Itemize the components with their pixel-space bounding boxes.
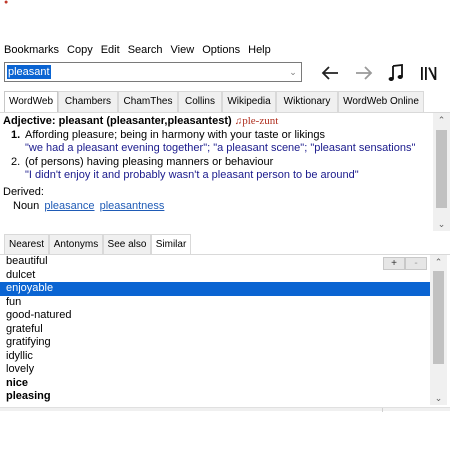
toolbar: pleasant ⌄ bbox=[0, 60, 450, 86]
list-item[interactable]: enjoyable bbox=[0, 282, 431, 296]
definition-pane[interactable]: Adjective: pleasant (pleasanter,pleasant… bbox=[0, 113, 450, 231]
headword: pleasant (pleasanter,pleasantest) bbox=[58, 115, 232, 127]
similar-words-list[interactable]: beautiful dulcet enjoyable fun good-natured g… bbox=[0, 255, 431, 404]
list-item[interactable]: grateful bbox=[0, 323, 431, 337]
tab-wordweb[interactable]: WordWeb bbox=[4, 91, 58, 113]
menu-help[interactable]: Help bbox=[247, 42, 272, 58]
derived-link-pleasantness[interactable]: pleasantness bbox=[100, 200, 165, 212]
list-item[interactable]: idyllic bbox=[0, 350, 431, 364]
relation-tabs: Nearest Antonyms See also Similar bbox=[0, 234, 450, 256]
list-item[interactable]: nice bbox=[0, 377, 431, 391]
pronunciation: ple-zunt bbox=[242, 115, 279, 127]
definition-heading: Adjective: pleasant (pleasanter,pleasant… bbox=[3, 115, 431, 129]
sense-gloss: (of persons) having pleasing manners or … bbox=[25, 155, 274, 168]
list-scrollbar[interactable]: ⌃ ⌄ bbox=[430, 255, 447, 405]
menu-copy[interactable]: Copy bbox=[66, 42, 94, 58]
tab-similar[interactable]: Similar bbox=[151, 234, 191, 256]
menu-view[interactable]: View bbox=[170, 42, 196, 58]
sense-number: 1. bbox=[11, 128, 21, 141]
part-of-speech: Adjective: bbox=[3, 115, 56, 127]
tab-collins[interactable]: Collins bbox=[178, 91, 222, 112]
sense-example: "I didn't enjoy it and probably wasn't a… bbox=[25, 169, 359, 182]
tab-wordweb-online[interactable]: WordWeb Online bbox=[338, 91, 424, 112]
scroll-up-icon[interactable]: ⌃ bbox=[430, 255, 447, 269]
sense-1: 1. Affording pleasure; being in harmony … bbox=[3, 129, 431, 156]
tab-antonyms[interactable]: Antonyms bbox=[49, 234, 103, 254]
back-button[interactable] bbox=[318, 62, 342, 84]
menu-bookmarks[interactable]: Bookmarks bbox=[3, 42, 60, 58]
definition-scrollbar[interactable]: ⌃ ⌄ bbox=[433, 113, 450, 231]
scroll-thumb[interactable] bbox=[433, 271, 444, 364]
tab-chambers[interactable]: Chambers bbox=[58, 91, 118, 112]
scroll-down-icon[interactable]: ⌄ bbox=[433, 217, 450, 231]
tab-chamthes[interactable]: ChamThes bbox=[118, 91, 178, 112]
add-bookmark-button[interactable]: + bbox=[383, 257, 405, 270]
tab-wiktionary[interactable]: Wiktionary bbox=[276, 91, 338, 112]
status-segment bbox=[382, 408, 442, 412]
library-icon bbox=[421, 67, 437, 80]
list-item[interactable]: fun bbox=[0, 296, 431, 310]
tab-see-also[interactable]: See also bbox=[103, 234, 151, 254]
sense-number: 2. bbox=[11, 155, 21, 168]
sense-gloss: Affording pleasure; being in harmony wit… bbox=[25, 128, 326, 141]
scroll-down-icon[interactable]: ⌄ bbox=[430, 391, 447, 405]
list-item[interactable]: dulcet bbox=[0, 269, 431, 283]
tab-wikipedia[interactable]: Wikipedia bbox=[222, 91, 276, 112]
chevron-down-icon[interactable]: ⌄ bbox=[288, 66, 298, 78]
forward-button[interactable] bbox=[352, 62, 376, 84]
tab-nearest[interactable]: Nearest bbox=[4, 234, 49, 254]
sense-2: 2. (of persons) having pleasing manners … bbox=[3, 156, 431, 183]
list-item[interactable]: lovely bbox=[0, 363, 431, 377]
menu-search[interactable]: Search bbox=[127, 42, 164, 58]
library-button[interactable] bbox=[417, 62, 441, 84]
search-combobox[interactable]: pleasant ⌄ bbox=[4, 62, 302, 82]
menu-bar: Bookmarks Copy Edit Search View Options … bbox=[0, 42, 272, 58]
forward-arrow-icon bbox=[356, 66, 373, 80]
list-item[interactable]: beautiful bbox=[0, 255, 431, 269]
remove-bookmark-button[interactable]: - bbox=[405, 257, 427, 270]
derived-pos: Noun bbox=[13, 199, 40, 212]
list-item[interactable]: pleasing bbox=[0, 390, 431, 404]
sense-example: "we had a pleasant evening together"; "a… bbox=[25, 142, 416, 155]
app-icon: ● bbox=[4, 0, 9, 6]
back-arrow-icon bbox=[321, 66, 338, 80]
derived-label: Derived: bbox=[3, 185, 44, 198]
wordweb-window: ● Bookmarks Copy Edit Search View Option… bbox=[0, 0, 450, 450]
similar-words-pane: beautiful dulcet enjoyable fun good-natured g… bbox=[0, 255, 450, 405]
pronounce-button[interactable] bbox=[384, 62, 408, 84]
derived-row: Noun pleasance pleasantness bbox=[3, 200, 431, 214]
derived-link-pleasance[interactable]: pleasance bbox=[44, 200, 94, 212]
menu-options[interactable]: Options bbox=[201, 42, 241, 58]
list-item[interactable]: gratifying bbox=[0, 336, 431, 350]
definition-content: Adjective: pleasant (pleasanter,pleasant… bbox=[3, 115, 431, 213]
status-bar bbox=[0, 407, 450, 412]
music-note-icon bbox=[388, 64, 403, 81]
dictionary-tabs: WordWeb Chambers ChamThes Collins Wikipe… bbox=[0, 91, 450, 113]
menu-edit[interactable]: Edit bbox=[100, 42, 121, 58]
scroll-thumb[interactable] bbox=[436, 130, 447, 208]
search-input[interactable]: pleasant bbox=[7, 65, 51, 79]
list-item[interactable]: good-natured bbox=[0, 309, 431, 323]
scroll-up-icon[interactable]: ⌃ bbox=[433, 113, 450, 127]
